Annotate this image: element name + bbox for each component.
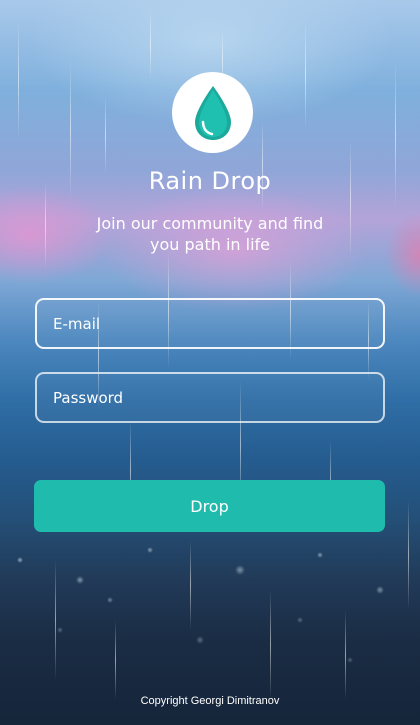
drop-button[interactable]: Drop xyxy=(34,480,385,532)
app-logo xyxy=(172,72,253,153)
password-field[interactable] xyxy=(35,372,385,423)
tagline-line-1: Join our community and find xyxy=(96,214,324,233)
water-drop-icon xyxy=(194,85,231,140)
tagline-line-2: you path in life xyxy=(150,235,270,254)
app-title: Rain Drop xyxy=(148,167,272,195)
login-screen: Rain Drop Join our community and find yo… xyxy=(0,0,420,725)
copyright-text: Copyright Georgi Dimitranov xyxy=(140,695,280,707)
email-field[interactable] xyxy=(35,298,385,349)
app-tagline: Join our community and find you path in … xyxy=(80,213,340,255)
